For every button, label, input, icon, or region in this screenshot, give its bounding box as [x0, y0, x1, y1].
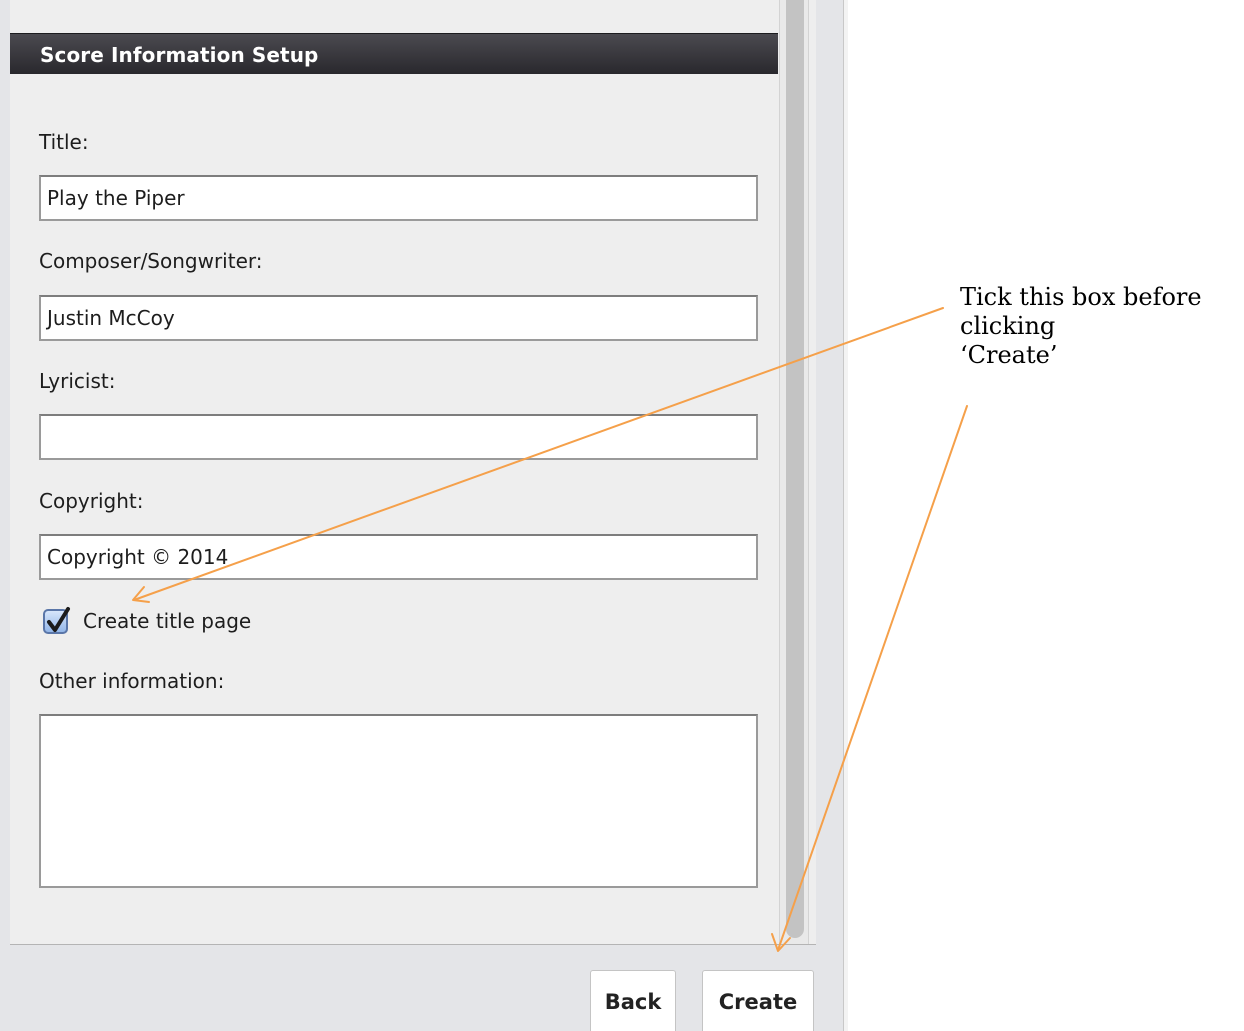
- panel-header: Score Information Setup: [10, 33, 778, 74]
- other-info-label: Other information:: [39, 669, 225, 693]
- composer-input[interactable]: Justin McCoy: [39, 295, 758, 341]
- composer-label: Composer/Songwriter:: [39, 249, 263, 273]
- create-title-page-label[interactable]: Create title page: [83, 609, 251, 633]
- title-label: Title:: [39, 130, 89, 154]
- copyright-input[interactable]: Copyright © 2014: [39, 534, 758, 580]
- copyright-label: Copyright:: [39, 489, 144, 513]
- screenshot-stage: Score Information Setup Title: Play the …: [0, 0, 1244, 1031]
- lyricist-input[interactable]: [39, 414, 758, 460]
- checkmark-icon: [47, 607, 70, 632]
- annotation-line-1: Tick this box before: [960, 283, 1202, 311]
- scrollbar-thumb[interactable]: [786, 0, 804, 938]
- other-info-textarea[interactable]: [39, 714, 758, 888]
- lyricist-label: Lyricist:: [39, 369, 116, 393]
- score-info-dialog: Score Information Setup Title: Play the …: [0, 0, 848, 1031]
- annotation-note: Tick this box before clicking ‘Create’: [960, 283, 1202, 370]
- window-edge: [843, 0, 848, 1031]
- title-input[interactable]: Play the Piper: [39, 175, 758, 221]
- score-info-panel: Score Information Setup Title: Play the …: [10, 0, 816, 945]
- annotation-line-3: ‘Create’: [960, 341, 1058, 369]
- create-title-page-checkbox[interactable]: [43, 607, 70, 634]
- create-button[interactable]: Create: [702, 970, 814, 1031]
- annotation-line-2: clicking: [960, 312, 1056, 340]
- back-button[interactable]: Back: [590, 970, 676, 1031]
- panel-header-title: Score Information Setup: [40, 43, 319, 67]
